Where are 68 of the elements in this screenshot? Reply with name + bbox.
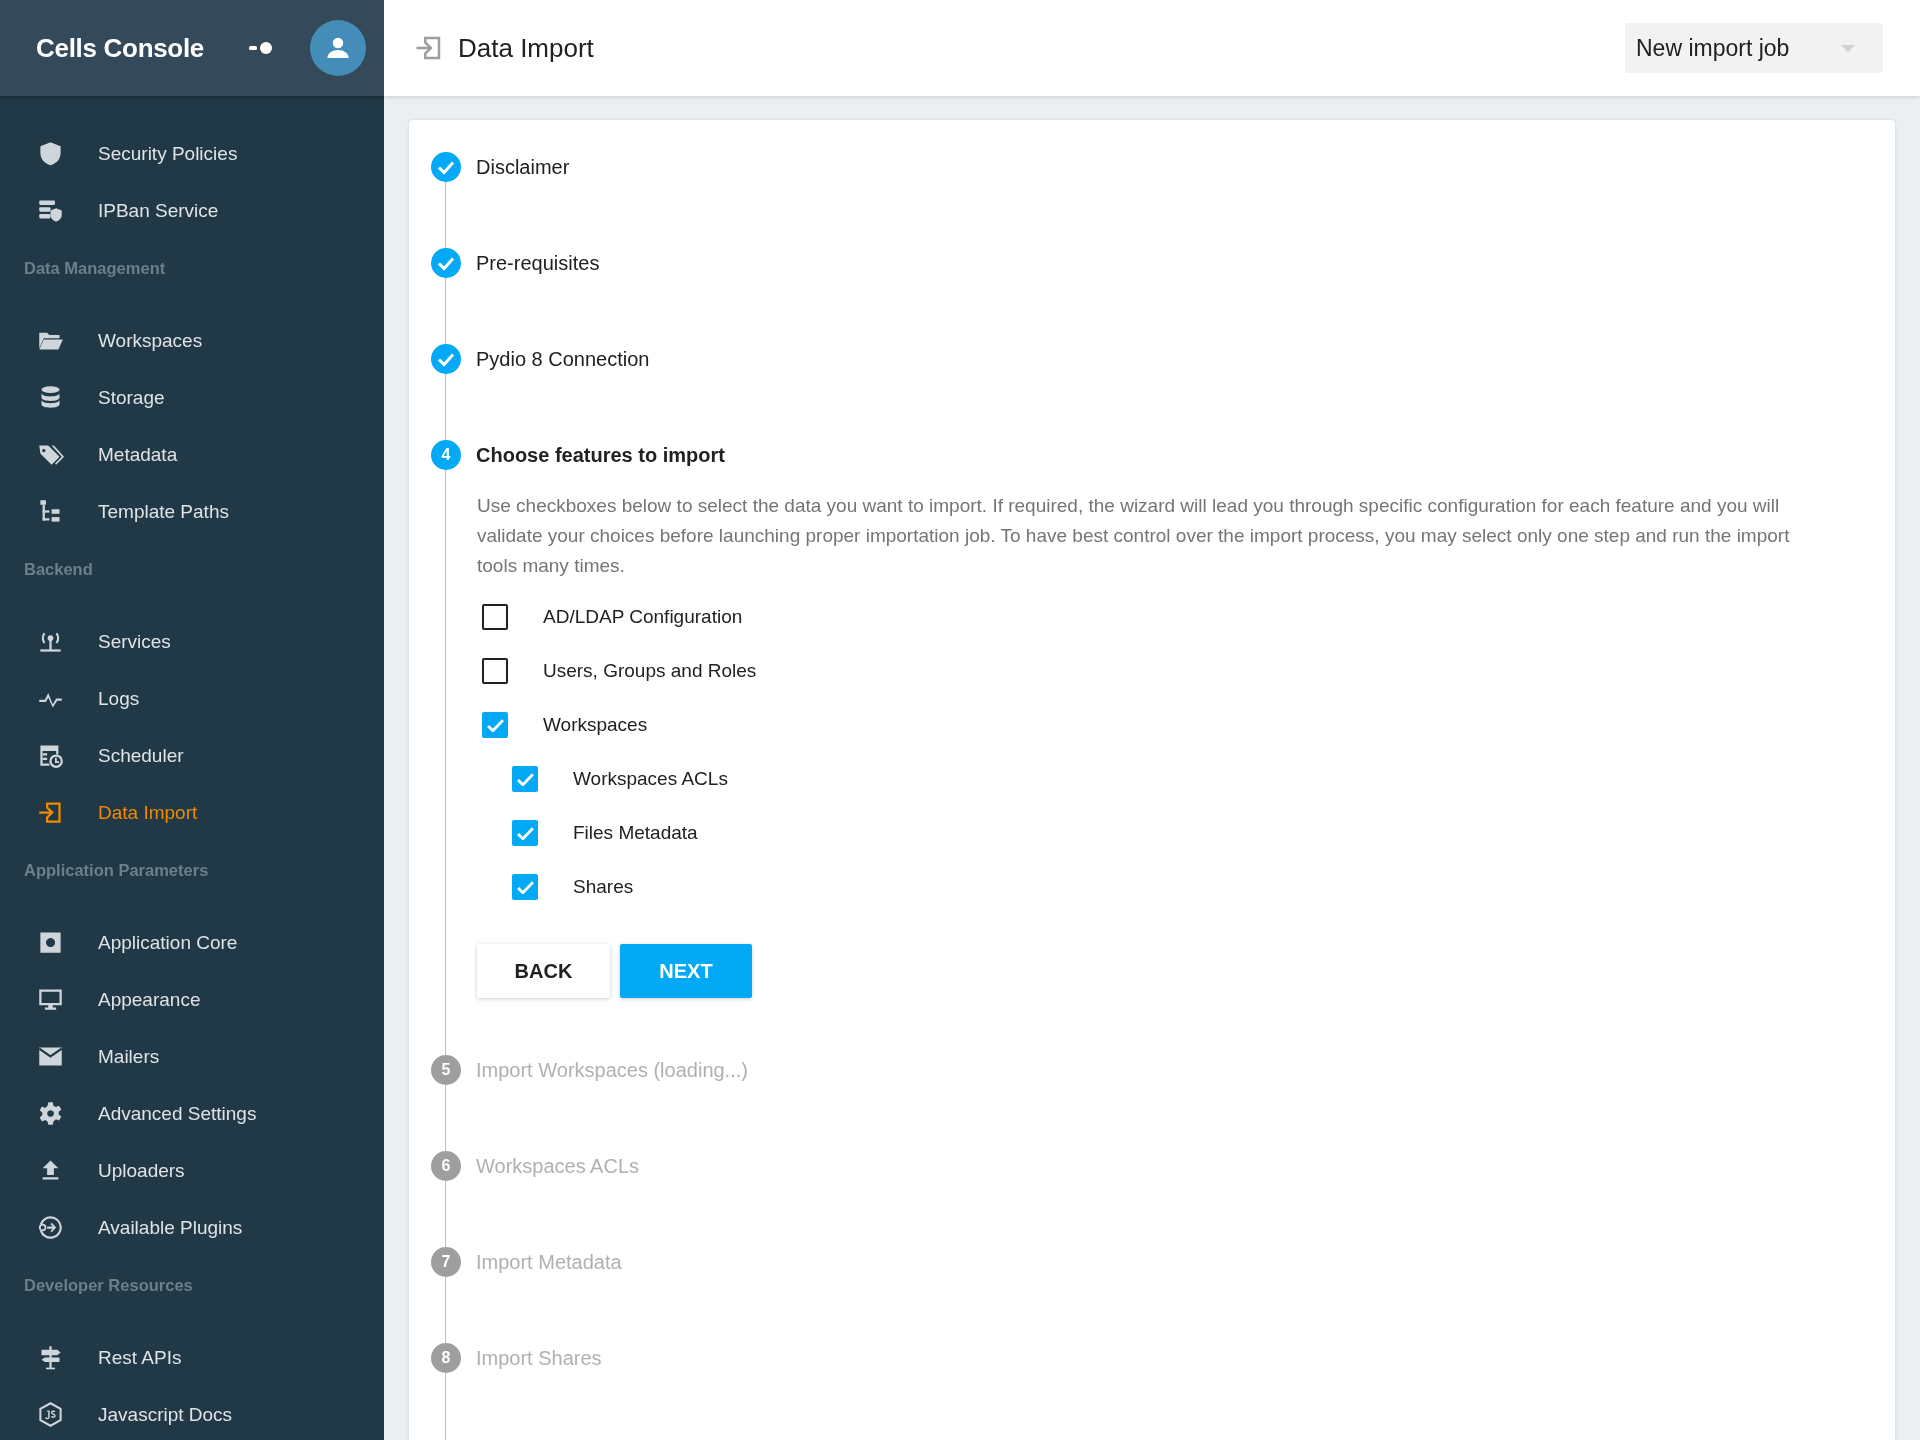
step-number: 4 xyxy=(431,440,461,470)
step-number: 6 xyxy=(431,1151,461,1181)
checkbox-option[interactable]: Shares xyxy=(477,860,1855,914)
checkbox[interactable] xyxy=(482,658,508,684)
checkbox-option[interactable]: Workspaces ACLs xyxy=(477,752,1855,806)
sidebar-item[interactable]: Logs xyxy=(0,670,384,727)
import-icon xyxy=(37,799,64,826)
sidebar-item[interactable]: Template Paths xyxy=(0,483,384,540)
sidebar-item[interactable]: Available Plugins xyxy=(0,1199,384,1256)
sidebar-item[interactable]: Mailers xyxy=(0,1028,384,1085)
toggle-icon[interactable] xyxy=(248,40,274,56)
checkbox[interactable] xyxy=(512,874,538,900)
step-label: Pydio 8 Connection xyxy=(476,347,650,371)
sidebar-item[interactable]: IPBan Service xyxy=(0,182,384,239)
section-heading: Application Parameters xyxy=(23,860,210,881)
step-label: Workspaces ACLs xyxy=(476,1154,640,1178)
step-number: 7 xyxy=(431,1247,461,1277)
sidebar-item[interactable]: Appearance xyxy=(0,971,384,1028)
checkbox[interactable] xyxy=(512,766,538,792)
checkmark-icon xyxy=(486,718,504,732)
step-label: Import Shares xyxy=(476,1346,602,1370)
sidebar-item[interactable]: Services xyxy=(0,613,384,670)
gear-icon xyxy=(37,1100,64,1127)
sidebar-item[interactable]: Scheduler xyxy=(0,727,384,784)
step-number: 5 xyxy=(431,1055,461,1085)
checkbox-option[interactable]: Workspaces xyxy=(477,698,1855,752)
plugin-icon xyxy=(37,1214,64,1241)
avatar-button[interactable] xyxy=(310,20,366,76)
checkmark-icon xyxy=(516,880,534,894)
gear-box-icon xyxy=(37,929,64,956)
section-heading: Developer Resources xyxy=(23,1275,194,1296)
section-heading: Data Management xyxy=(23,258,167,279)
javascript-icon xyxy=(37,1401,64,1428)
checkbox-option[interactable]: Users, Groups and Roles xyxy=(477,644,1855,698)
section-heading: Backend xyxy=(23,559,94,580)
shield-icon xyxy=(37,140,64,167)
monitor-icon xyxy=(37,986,64,1013)
page-title: Data Import xyxy=(458,32,594,64)
step-label: Import Workspaces (loading...) xyxy=(476,1058,748,1082)
step-description: Use checkboxes below to select the data you want to import. If required, the wizard will lead you through specific configuration for each feature and you will validate your choices before launching proper importation job. To have best control over the import process, you may select only one step and run the import tools many times. xyxy=(477,494,1791,578)
sidebar-item[interactable]: Storage xyxy=(0,369,384,426)
checkbox[interactable] xyxy=(482,712,508,738)
sidebar-item[interactable]: Metadata xyxy=(0,426,384,483)
checkbox[interactable] xyxy=(512,820,538,846)
sidebar-item[interactable]: Uploaders xyxy=(0,1142,384,1199)
app-title: Cells Console xyxy=(36,32,206,64)
step-label: Import Metadata xyxy=(476,1250,622,1274)
checkbox-option[interactable]: AD/LDAP Configuration xyxy=(477,590,1855,644)
step-number: 8 xyxy=(431,1343,461,1373)
checkmark-icon xyxy=(516,772,534,786)
back-button[interactable]: BACK xyxy=(477,944,610,998)
job-dropdown[interactable]: New import job xyxy=(1625,23,1883,73)
step-label: Pre-requisites xyxy=(476,251,600,275)
sidebar-item[interactable]: Javascript Docs xyxy=(0,1386,384,1440)
calendar-clock-icon xyxy=(37,742,64,769)
sidebar-item[interactable]: Workspaces xyxy=(0,312,384,369)
server-shield-icon xyxy=(37,197,64,224)
caret-icon xyxy=(1841,44,1855,52)
checkbox-option[interactable]: Files Metadata xyxy=(477,806,1855,860)
sidebar-item[interactable]: Application Core xyxy=(0,914,384,971)
checkmark-icon xyxy=(516,826,534,840)
step-label: Choose features to import xyxy=(476,443,725,467)
step-label: Disclaimer xyxy=(476,155,570,179)
checkbox[interactable] xyxy=(482,604,508,630)
sidebar-item[interactable]: Advanced Settings xyxy=(0,1085,384,1142)
sidebar-item[interactable]: Security Policies xyxy=(0,125,384,182)
sidebar-item[interactable]: Rest APIs xyxy=(0,1329,384,1386)
sidebar-item[interactable]: Data Import xyxy=(0,784,384,841)
